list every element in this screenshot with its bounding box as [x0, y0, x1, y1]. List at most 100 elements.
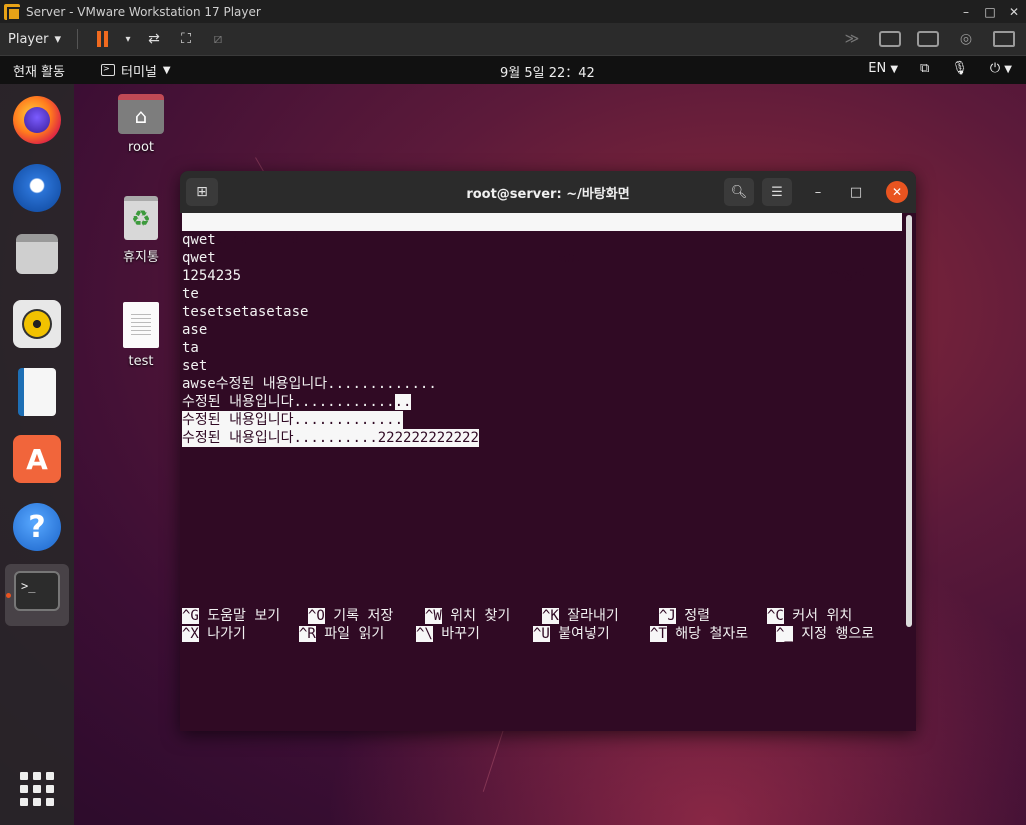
firefox-icon[interactable]: [13, 96, 61, 144]
search-icon: 🔍︎: [730, 184, 748, 200]
fullscreen-icon[interactable]: ⛶: [175, 28, 197, 50]
selected-text-line[interactable]: 수정된 내용입니다..........222222222222: [182, 429, 479, 447]
desktop-icon-label: test: [128, 354, 154, 369]
text-line[interactable]: ase: [182, 321, 207, 339]
shortcut-justify[interactable]: ^J 정렬: [659, 607, 710, 625]
shortcut-cut[interactable]: ^K 잘라내기: [542, 607, 619, 625]
nano-filename: test: [550, 250, 584, 266]
player-menu-label: Player: [8, 31, 49, 47]
libreoffice-writer-icon[interactable]: [18, 368, 56, 416]
text-line[interactable]: ta: [182, 339, 199, 357]
caret-down-icon: ▼: [162, 64, 171, 76]
keyboard-layout-label: EN: [868, 61, 887, 76]
trash-icon: ♻: [124, 196, 158, 240]
running-indicator: [6, 593, 11, 598]
shortcut-replace[interactable]: ^\ 바꾸기: [416, 625, 480, 643]
shortcut-row-1: ^G 도움말 보기 ^O 기록 저장 ^W 위치 찾기 ^K 잘라내기 ^J 정…: [182, 607, 904, 625]
vmware-window-title: Server - VMware Workstation 17 Player: [26, 4, 261, 19]
sound-card-icon[interactable]: ◎: [955, 28, 977, 50]
desktop-icon-root[interactable]: root: [106, 94, 176, 155]
activities-button[interactable]: 현재 활동: [0, 61, 95, 80]
hard-disk-icon[interactable]: [879, 28, 901, 50]
desktop: A ? >_ root ♻ 휴지통 test ⊞ root@server: ~/…: [0, 84, 1026, 825]
shortcut-spell[interactable]: ^T 해당 철자로: [650, 625, 748, 643]
hamburger-menu-button[interactable]: ☰: [762, 178, 792, 206]
help-icon[interactable]: ?: [13, 503, 61, 551]
ubuntu-topbar: 현재 활동 > 터미널 ▼ 9월 5일 22：42 EN ▼ ⧉ 🎙︎ ⏻ ▼: [0, 56, 1026, 84]
power-menu[interactable]: ⏻ ▼: [990, 61, 1012, 76]
dock: A ? >_: [0, 84, 74, 825]
microphone-icon[interactable]: 🎙︎: [951, 61, 968, 76]
shortcut-help[interactable]: ^G 도움말 보기: [182, 607, 280, 625]
maximize-button[interactable]: □: [978, 5, 1002, 19]
desktop-icon-label: 휴지통: [123, 250, 159, 265]
app-menu-label: 터미널: [121, 64, 157, 80]
text-line[interactable]: qwet: [182, 249, 216, 267]
power-dropdown-icon[interactable]: ▾: [123, 28, 133, 50]
toolbar-divider: [77, 29, 78, 49]
terminal-window: ⊞ root@server: ~/바탕화면 🔍︎ ☰ – □ ✕ GNU nan…: [180, 171, 916, 731]
close-icon: ✕: [891, 185, 903, 199]
shortcut-read-file[interactable]: ^R 파일 읽기: [299, 625, 384, 643]
caret-down-icon: ▼: [890, 64, 899, 75]
text-line[interactable]: 1254235: [182, 267, 241, 285]
pause-icon: [96, 31, 108, 47]
vmware-logo-icon: [4, 3, 21, 21]
nano-editor[interactable]: GNU nano 4.8 test 수정함 qwet qwet 1254235 …: [180, 213, 916, 731]
power-icon: ⏻: [989, 61, 1001, 76]
text-file-icon: [123, 302, 159, 348]
keyboard-layout-menu[interactable]: EN ▼: [868, 61, 898, 76]
selected-text-line[interactable]: 수정된 내용입니다..............: [182, 393, 412, 411]
nano-modified-status: 수정함: [828, 268, 867, 284]
send-ctrl-alt-del-icon[interactable]: ⇄: [143, 28, 165, 50]
hamburger-icon: ☰: [771, 184, 783, 200]
caret-down-icon: ▼: [1004, 64, 1012, 75]
shortcut-row-2: ^X 나가기 ^R 파일 읽기 ^\ 바꾸기 ^U 붙여넣기 ^T 해당 철자로…: [182, 625, 904, 643]
clock[interactable]: 9월 5일 22：42: [500, 62, 595, 81]
terminal-app-icon[interactable]: >_: [14, 571, 60, 611]
terminal-minimize-button[interactable]: –: [806, 180, 830, 204]
text-line[interactable]: te: [182, 285, 199, 303]
system-tray: EN ▼ ⧉ 🎙︎ ⏻ ▼: [868, 61, 1012, 76]
plain-segment: 수정된 내용입니다............: [182, 394, 395, 410]
search-button[interactable]: 🔍︎: [724, 178, 754, 206]
scrollbar[interactable]: [906, 215, 912, 627]
cd-drive-icon[interactable]: [917, 28, 939, 50]
software-store-icon[interactable]: A: [13, 435, 61, 483]
shortcut-paste[interactable]: ^U 붙여넣기: [533, 625, 610, 643]
terminal-icon: >: [101, 64, 115, 76]
terminal-close-button[interactable]: ✕: [886, 181, 908, 203]
desktop-icon-test[interactable]: test: [106, 302, 176, 369]
more-devices-icon[interactable]: ≫: [841, 28, 863, 50]
display-icon[interactable]: [993, 28, 1015, 50]
app-menu[interactable]: > 터미널 ▼: [101, 61, 171, 80]
terminal-headerbar: ⊞ root@server: ~/바탕화면 🔍︎ ☰ – □ ✕: [180, 171, 916, 213]
terminal-maximize-button[interactable]: □: [844, 180, 868, 204]
close-button[interactable]: ✕: [1002, 5, 1026, 19]
selected-text-line[interactable]: 수정된 내용입니다.............: [182, 411, 404, 429]
home-folder-icon: [118, 94, 164, 134]
new-tab-button[interactable]: ⊞: [186, 178, 218, 206]
shortcut-exit[interactable]: ^X 나가기: [182, 625, 246, 643]
shortcut-where-is[interactable]: ^W 위치 찾기: [425, 607, 510, 625]
shortcut-go-to-line[interactable]: ^_ 지정 행으로: [776, 625, 874, 643]
files-icon[interactable]: [16, 234, 58, 274]
player-menu-button[interactable]: Player ▾: [0, 32, 69, 47]
shortcut-write-out[interactable]: ^O 기록 저장: [308, 607, 393, 625]
pause-button[interactable]: [91, 28, 113, 50]
text-line[interactable]: qwet: [182, 231, 216, 249]
nano-title-bar: GNU nano 4.8 test 수정함: [182, 213, 902, 284]
rhythmbox-icon[interactable]: [13, 300, 61, 348]
desktop-icon-trash[interactable]: ♻ 휴지통: [106, 196, 176, 265]
new-tab-icon: ⊞: [196, 184, 208, 200]
text-line[interactable]: set: [182, 357, 207, 375]
shortcut-cursor-pos[interactable]: ^C 커서 위치: [767, 607, 852, 625]
thunderbird-icon[interactable]: [13, 164, 61, 212]
unity-icon[interactable]: ⧄: [207, 28, 229, 50]
selection-segment: ..: [394, 394, 412, 410]
text-line[interactable]: tesetsetasetase: [182, 303, 308, 321]
minimize-button[interactable]: –: [954, 5, 978, 19]
show-applications-icon[interactable]: [20, 772, 54, 806]
text-line[interactable]: awse수정된 내용입니다.............: [182, 375, 437, 393]
network-icon[interactable]: ⧉: [920, 61, 929, 76]
